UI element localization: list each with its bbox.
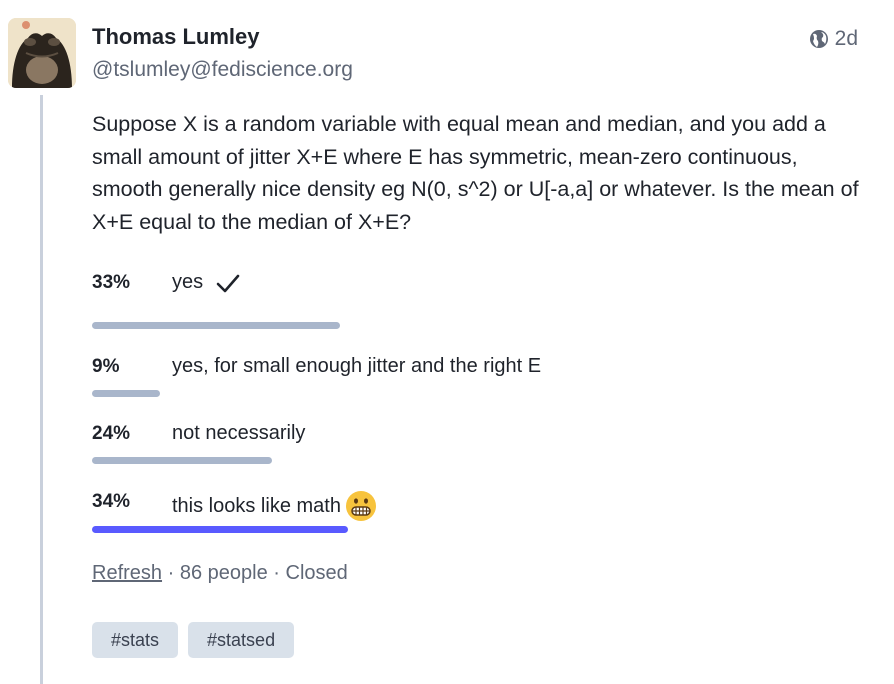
avatar[interactable] [8,18,76,88]
poll-option-percent: 33% [92,272,131,293]
poll-option-percent: 24% [92,423,131,444]
author-name[interactable]: Thomas Lumley [92,24,259,50]
frog-avatar-icon [8,18,76,88]
poll-voters: 86 people [179,562,268,584]
poll-option-percent: 9% [92,356,120,377]
separator: · [167,562,175,584]
post-time[interactable]: 2d [809,27,858,51]
hashtag-list: #stats #statsed [92,622,295,658]
poll-option-bar [92,322,340,329]
post-content: Suppose X is a random variable with equa… [92,112,859,234]
globe-icon [809,30,828,48]
thread-line [40,95,43,684]
separator: · [273,562,280,584]
poll-option-label: yes, for small enough jitter and the rig… [172,355,542,377]
poll-status: Closed [285,562,348,584]
refresh-link[interactable]: Refresh [92,562,162,584]
poll-footer: Refresh · 86 people · Closed [92,562,348,585]
poll-option-label: this looks like math [172,494,341,517]
author-handle[interactable]: @tslumley@fediscience.org [92,58,353,82]
checkmark-icon [216,274,240,292]
post-time-label: 2d [834,27,858,50]
grimacing-face-emoji-icon [345,491,376,521]
hashtag-statsed[interactable]: #statsed [188,622,295,658]
poll-option-label: not necessarily [172,422,306,444]
poll-option-percent: 34% [92,491,131,512]
poll-option-bar [92,390,160,397]
poll-option-bar [92,526,348,533]
poll-option-bar [92,457,272,464]
hashtag-stats[interactable]: #stats [92,622,179,658]
poll-option-label: yes [172,271,204,293]
